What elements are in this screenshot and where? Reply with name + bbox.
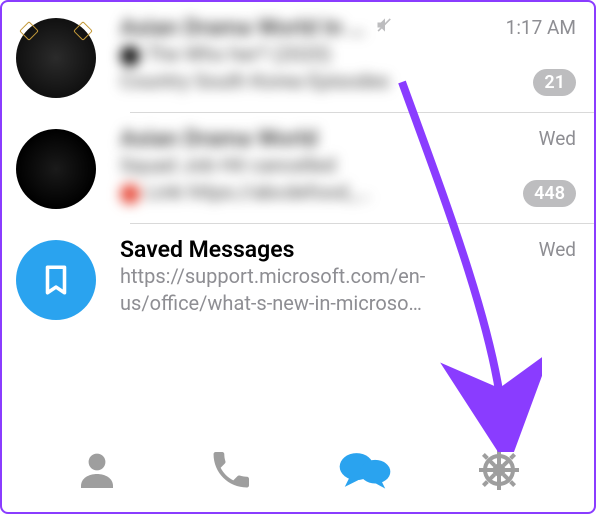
chat-meta: Wed xyxy=(539,238,576,261)
contacts-icon xyxy=(73,446,121,494)
calls-icon xyxy=(208,447,254,493)
chat-title: Saved Messages xyxy=(120,236,294,263)
preview-thumb xyxy=(120,184,140,204)
tab-chats[interactable] xyxy=(338,443,392,497)
unread-badge: 448 xyxy=(523,180,576,207)
chat-content: Asian Drama World Squad Job Hit cancelle… xyxy=(120,125,578,206)
mute-icon xyxy=(375,15,395,40)
chat-time: 1:17 AM xyxy=(506,16,576,39)
preview-thumb xyxy=(120,46,140,66)
chat-row-saved[interactable]: Saved Messages https://support.microsoft… xyxy=(2,224,594,334)
chat-preview: https://support.microsoft.com/en-us/offi… xyxy=(120,263,450,317)
chat-row[interactable]: Asian Drama World Squad Job Hit cancelle… xyxy=(2,113,594,223)
tab-contacts[interactable] xyxy=(70,443,124,497)
chat-list: Asian Drama World In … The Who her? (202… xyxy=(2,2,594,334)
chat-title: Asian Drama World xyxy=(120,125,317,152)
chat-meta: Wed 448 xyxy=(523,127,576,207)
settings-icon xyxy=(475,446,523,494)
chats-icon xyxy=(338,446,392,494)
tab-calls[interactable] xyxy=(204,443,258,497)
chat-content: Saved Messages https://support.microsoft… xyxy=(120,236,578,317)
chat-time: Wed xyxy=(539,238,576,261)
bookmark-icon xyxy=(39,263,73,297)
chat-title: Asian Drama World In … xyxy=(120,14,365,41)
unread-badge: 21 xyxy=(533,69,576,96)
avatar xyxy=(16,129,96,209)
tab-bar xyxy=(2,428,594,512)
avatar-saved xyxy=(16,240,96,320)
chat-time: Wed xyxy=(523,127,576,150)
tab-settings[interactable] xyxy=(472,443,526,497)
avatar xyxy=(16,18,96,98)
chat-meta: 1:17 AM 21 xyxy=(506,16,576,96)
chat-row[interactable]: Asian Drama World In … The Who her? (202… xyxy=(2,2,594,112)
chat-preview: The Who her? (2020) Country South Korea … xyxy=(120,41,450,95)
chat-preview: Squad Job Hit cancelled Link https://abc… xyxy=(120,152,450,206)
